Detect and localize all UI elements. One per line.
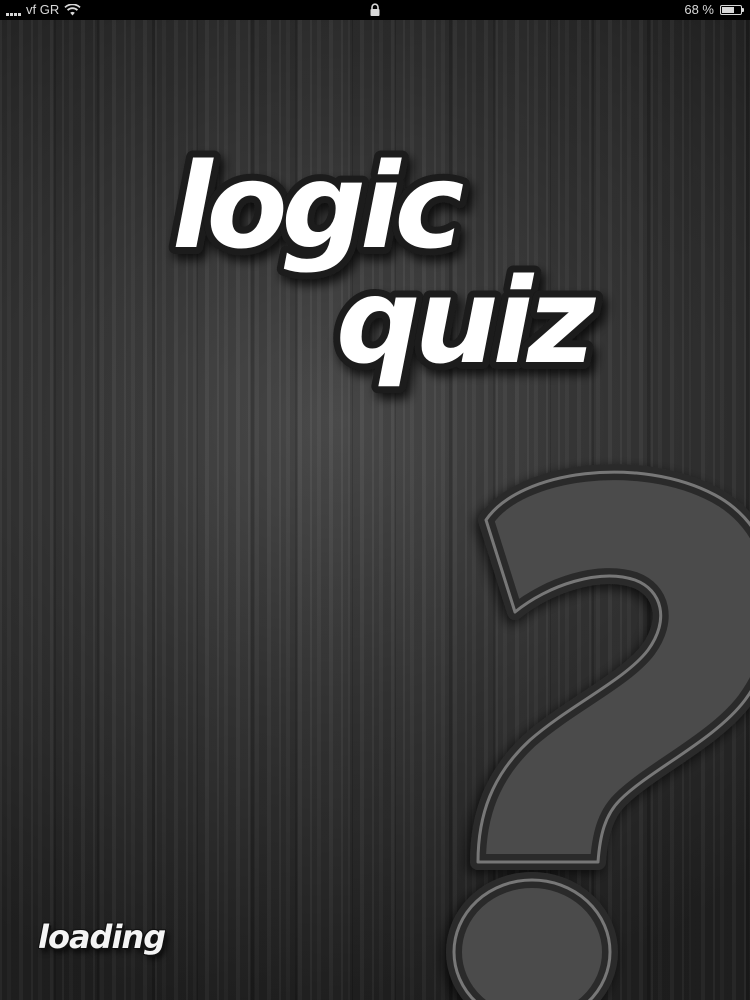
title-logic: logic xyxy=(172,137,463,275)
status-left: vf GR xyxy=(6,0,81,20)
battery-percentage: 68 % xyxy=(684,2,714,17)
title-quiz: quiz xyxy=(336,252,597,390)
carrier-name: vf GR xyxy=(26,2,60,17)
battery-level-fill xyxy=(722,7,735,13)
splash-screen: vf GR 68 % logic quiz loading xyxy=(0,0,750,1000)
signal-icon xyxy=(6,4,21,16)
status-bar: vf GR 68 % xyxy=(0,0,750,20)
splash-artwork: logic quiz xyxy=(165,130,750,1000)
battery-icon xyxy=(720,5,744,15)
question-mark-icon xyxy=(446,464,750,1000)
wifi-icon xyxy=(64,4,81,16)
loading-label: loading xyxy=(38,918,166,956)
lock-icon xyxy=(370,3,380,16)
status-right: 68 % xyxy=(684,0,744,20)
